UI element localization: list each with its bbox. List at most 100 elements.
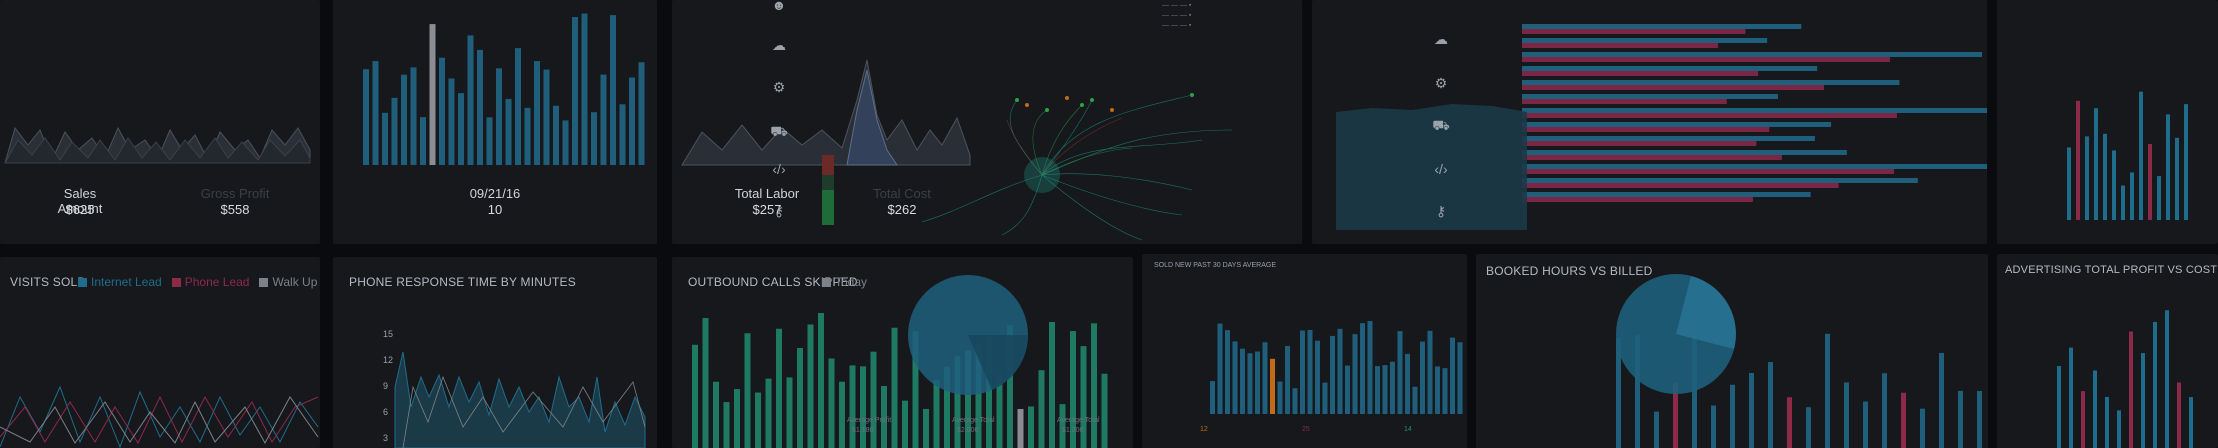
key-icon[interactable]: ⚷ xyxy=(770,202,788,220)
bar xyxy=(1522,113,1897,118)
total-cost-value: $262 xyxy=(887,202,917,217)
bar xyxy=(1397,331,1403,414)
sold-bar-chart xyxy=(1210,320,1463,414)
bar xyxy=(524,107,531,165)
bar xyxy=(638,62,645,165)
bar xyxy=(1522,94,1778,99)
bar xyxy=(562,120,569,165)
bar xyxy=(1420,341,1425,414)
daily-date: 09/21/16 xyxy=(469,186,521,201)
car-icon[interactable]: ⛟ xyxy=(770,122,788,140)
bar xyxy=(486,117,493,165)
bar xyxy=(2157,176,2161,220)
bar xyxy=(429,24,436,166)
bar xyxy=(2141,353,2145,448)
bar xyxy=(1522,57,1891,62)
bar xyxy=(1522,197,1753,202)
bar xyxy=(2117,410,2121,448)
bar xyxy=(1522,43,1719,48)
bar xyxy=(1522,66,1818,71)
bar xyxy=(1307,329,1313,414)
group-icon[interactable]: ☁ xyxy=(770,36,788,54)
bar xyxy=(1217,323,1223,414)
bar xyxy=(2105,396,2109,448)
bar xyxy=(505,98,512,165)
bar xyxy=(1522,127,1770,132)
bar xyxy=(1405,353,1410,414)
bar xyxy=(372,61,379,165)
code-icon[interactable]: ‹/› xyxy=(770,160,788,178)
bar xyxy=(382,112,388,165)
bar xyxy=(1522,24,1802,29)
bar xyxy=(458,93,464,165)
bar xyxy=(610,15,616,166)
sales-amount-value: $625 xyxy=(65,202,95,217)
bar xyxy=(1442,368,1448,414)
outbound-panel: OUTBOUND CALLS SKIPPED Today Average Pro… xyxy=(672,257,1133,448)
bar xyxy=(1522,29,1746,34)
bar xyxy=(553,105,559,165)
bar xyxy=(1322,382,1328,414)
bar xyxy=(2103,133,2107,220)
billed-pie xyxy=(1616,274,1736,394)
daily-panel: 09/21/16 10 xyxy=(333,0,657,244)
bar xyxy=(2129,331,2133,448)
bar xyxy=(629,77,635,165)
bar xyxy=(448,78,455,165)
key-icon-2[interactable]: ⚷ xyxy=(1432,202,1450,220)
bar xyxy=(2112,150,2116,220)
bar xyxy=(1315,340,1320,414)
horizontal-bars-panel xyxy=(1312,0,1987,244)
code-icon-2[interactable]: ‹/› xyxy=(1432,160,1450,178)
bar xyxy=(401,74,407,165)
bar xyxy=(1270,358,1275,414)
bar xyxy=(1375,366,1380,414)
bar xyxy=(572,17,578,166)
phone-area-chart xyxy=(394,351,646,448)
bar xyxy=(420,117,426,165)
car-icon-2[interactable]: ⛟ xyxy=(1432,116,1450,134)
bar xyxy=(2067,147,2071,220)
bar xyxy=(1457,342,1463,414)
bar xyxy=(1435,366,1440,414)
bar xyxy=(2153,321,2157,448)
bar xyxy=(1390,361,1395,414)
bar xyxy=(1522,155,1782,160)
network-graph xyxy=(921,94,1233,241)
group-icon-2[interactable]: ☁ xyxy=(1432,30,1450,48)
bar xyxy=(619,104,626,165)
bar xyxy=(1412,386,1418,414)
bar xyxy=(2165,310,2169,448)
bar xyxy=(1522,136,1815,141)
bar xyxy=(1522,183,1839,188)
right-column-panel xyxy=(1997,0,2218,244)
bar xyxy=(2069,347,2073,448)
daily-value: 10 xyxy=(487,202,503,217)
bar xyxy=(1522,108,1987,113)
advertising-panel: ADVERTISING TOTAL PROFIT VS COST PER SOL… xyxy=(1997,254,2218,448)
bar xyxy=(2184,104,2188,220)
bar xyxy=(2189,397,2193,448)
icon-sidebar: ☻ ☁ ⚙ ⛟ ‹/› ⚷ xyxy=(758,0,798,240)
bar xyxy=(543,69,550,165)
bar xyxy=(1255,351,1260,414)
billed-panel: BOOKED HOURS VS BILLED xyxy=(1476,254,1988,448)
bar xyxy=(410,67,417,165)
advertising-bar-chart xyxy=(2057,310,2193,448)
bar xyxy=(1300,330,1305,414)
bar xyxy=(1522,80,1900,85)
bar xyxy=(1522,122,1832,127)
bar xyxy=(2121,185,2125,220)
bar xyxy=(1522,141,1757,146)
bar xyxy=(439,57,445,165)
users-icon[interactable]: ☻ xyxy=(770,0,788,14)
bar xyxy=(581,13,588,165)
visits-line-chart xyxy=(0,385,319,448)
bar xyxy=(1367,320,1373,414)
gross-profit-label: Gross Profit xyxy=(200,186,270,201)
bar xyxy=(1522,71,1759,76)
bar xyxy=(1382,365,1388,414)
visits-panel: VISITS SOLD Internet Lead Phone Lead Wal… xyxy=(0,257,320,448)
gears-icon-2[interactable]: ⚙ xyxy=(1432,74,1450,92)
gears-icon[interactable]: ⚙ xyxy=(770,78,788,96)
